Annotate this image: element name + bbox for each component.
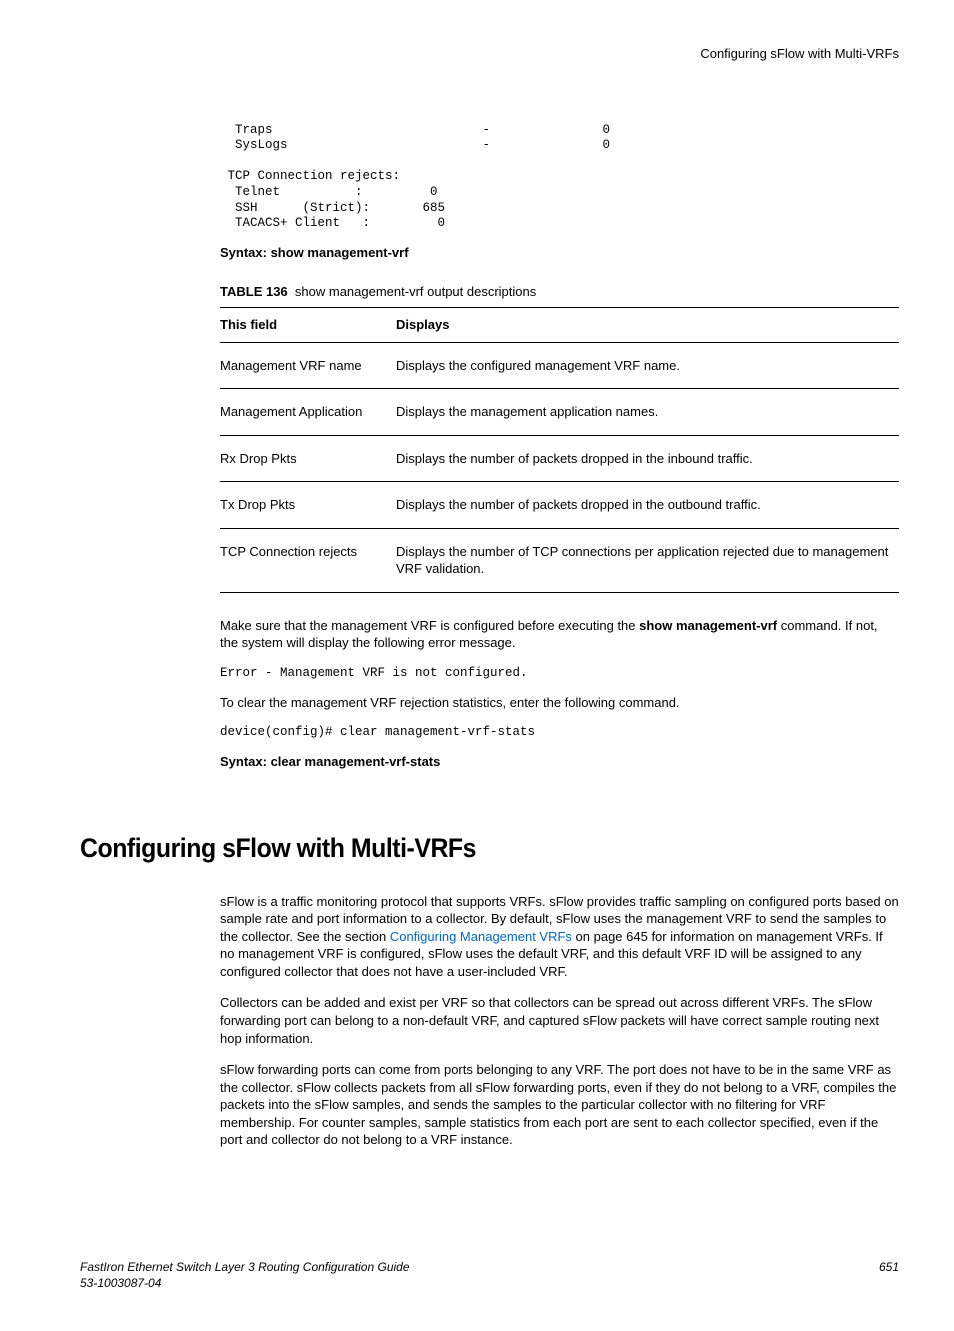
- table-cell-displays: Displays the number of packets dropped i…: [396, 482, 899, 529]
- body-paragraph: sFlow forwarding ports can come from por…: [220, 1061, 899, 1149]
- footer-guide-title: FastIron Ethernet Switch Layer 3 Routing…: [80, 1259, 410, 1275]
- body-paragraph: sFlow is a traffic monitoring protocol t…: [220, 893, 899, 981]
- table-cell-field: Management VRF name: [220, 342, 396, 389]
- command-name: show management-vrf: [639, 618, 777, 633]
- running-header: Configuring sFlow with Multi-VRFs: [80, 45, 899, 63]
- table-cell-displays: Displays the configured management VRF n…: [396, 342, 899, 389]
- table-row: Tx Drop Pkts Displays the number of pack…: [220, 482, 899, 529]
- paragraph: Make sure that the management VRF is con…: [220, 617, 899, 652]
- table-title: show management-vrf output descriptions: [295, 284, 536, 299]
- page-footer: FastIron Ethernet Switch Layer 3 Routing…: [80, 1259, 899, 1291]
- table-cell-displays: Displays the number of packets dropped i…: [396, 435, 899, 482]
- table-cell-field: TCP Connection rejects: [220, 528, 396, 592]
- table-caption: TABLE 136 show management-vrf output des…: [220, 283, 899, 301]
- table-row: Rx Drop Pkts Displays the number of pack…: [220, 435, 899, 482]
- error-output: Error - Management VRF is not configured…: [220, 666, 899, 682]
- cli-output-block: Traps - 0 SysLogs - 0 TCP Connection rej…: [220, 123, 899, 232]
- paragraph: To clear the management VRF rejection st…: [220, 694, 899, 712]
- table-row: Management VRF name Displays the configu…: [220, 342, 899, 389]
- table-cell-field: Management Application: [220, 389, 396, 436]
- syntax-line-show: Syntax: show management-vrf: [220, 244, 899, 262]
- syntax-line-clear: Syntax: clear management-vrf-stats: [220, 753, 899, 771]
- footer-page-number: 651: [879, 1259, 899, 1291]
- table-header-displays: Displays: [396, 308, 899, 343]
- output-descriptions-table: This field Displays Management VRF name …: [220, 307, 899, 593]
- table-header-field: This field: [220, 308, 396, 343]
- section-heading: Configuring sFlow with Multi-VRFs: [80, 830, 833, 866]
- table-row: TCP Connection rejects Displays the numb…: [220, 528, 899, 592]
- table-number: TABLE 136: [220, 284, 288, 299]
- table-row: Management Application Displays the mana…: [220, 389, 899, 436]
- table-cell-displays: Displays the number of TCP connections p…: [396, 528, 899, 592]
- footer-doc-number: 53-1003087-04: [80, 1275, 410, 1291]
- xref-link[interactable]: Configuring Management VRFs: [390, 929, 572, 944]
- table-cell-displays: Displays the management application name…: [396, 389, 899, 436]
- text-run: Make sure that the management VRF is con…: [220, 618, 639, 633]
- table-cell-field: Rx Drop Pkts: [220, 435, 396, 482]
- body-paragraph: Collectors can be added and exist per VR…: [220, 994, 899, 1047]
- table-cell-field: Tx Drop Pkts: [220, 482, 396, 529]
- clear-command-output: device(config)# clear management-vrf-sta…: [220, 725, 899, 741]
